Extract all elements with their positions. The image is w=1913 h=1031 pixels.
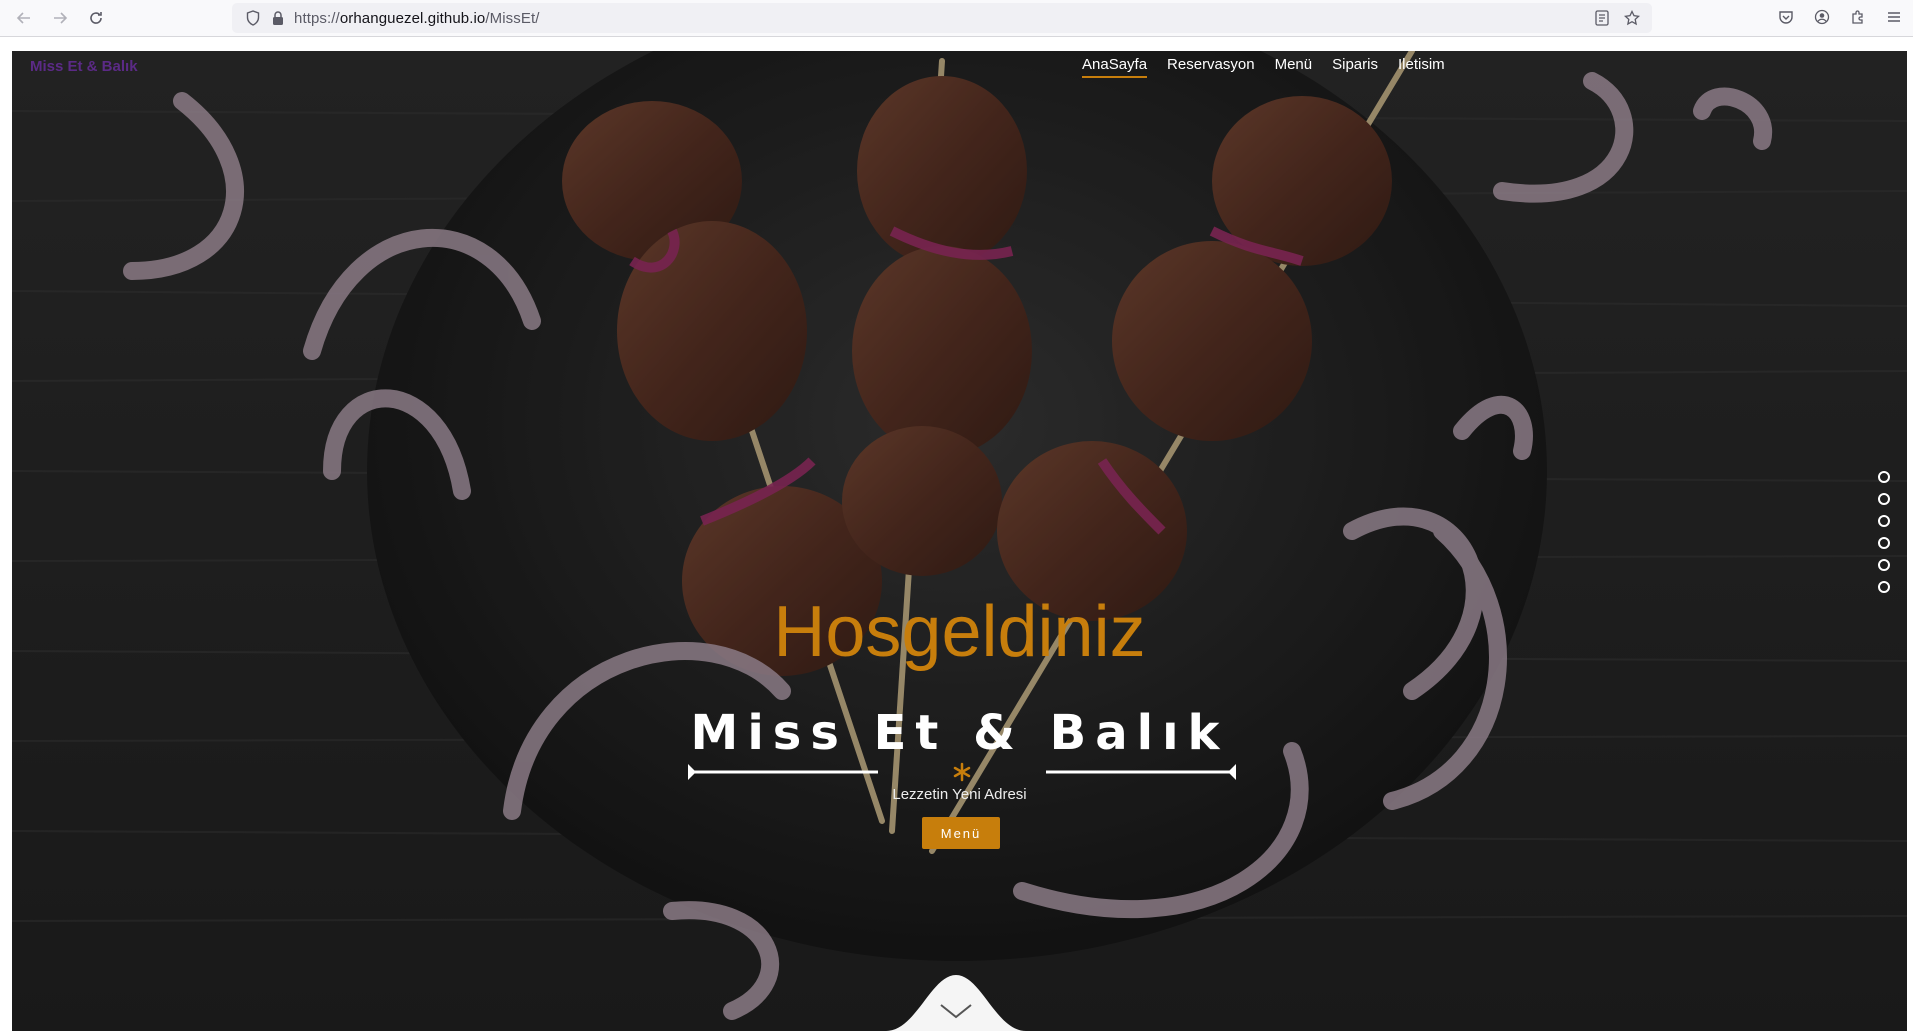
pocket-icon[interactable]: [1775, 6, 1797, 28]
ornament-divider: [688, 762, 1236, 782]
slide-dot[interactable]: [1878, 493, 1890, 505]
lock-icon[interactable]: [270, 9, 286, 27]
browser-toolbar: https://orhanguezel.github.io/MissEt/: [0, 0, 1913, 36]
nav-link-reservasyon[interactable]: Reservasyon: [1167, 56, 1255, 78]
nav-link-menu[interactable]: Menü: [1275, 56, 1313, 78]
slide-dots: [1878, 471, 1890, 593]
slide-dot[interactable]: [1878, 471, 1890, 483]
bookmark-star-icon[interactable]: [1622, 8, 1642, 28]
extensions-icon[interactable]: [1847, 6, 1869, 28]
hero-overlay: [12, 51, 1907, 1031]
nav-link-iletisim[interactable]: Iletisim: [1398, 56, 1445, 78]
forward-arrow-icon[interactable]: [46, 4, 74, 32]
hero-section: Miss Et & Balık AnaSayfa Reservasyon Men…: [12, 51, 1907, 1031]
slide-dot[interactable]: [1878, 559, 1890, 571]
menu-button[interactable]: Menü: [922, 817, 1000, 849]
tagline: Lezzetin Yeni Adresi: [892, 786, 1027, 803]
site-brand[interactable]: Miss Et & Balık: [30, 58, 138, 75]
nav-link-anasayfa[interactable]: AnaSayfa: [1082, 56, 1148, 78]
scroll-down-chevron-icon[interactable]: [886, 975, 1026, 1031]
account-icon[interactable]: [1811, 6, 1833, 28]
hamburger-menu-icon[interactable]: [1883, 6, 1905, 28]
asterisk-icon: [953, 762, 971, 782]
restaurant-title: Miss Et & Balık: [690, 705, 1229, 761]
welcome-heading: Hosgeldiniz: [773, 592, 1146, 672]
slide-dot[interactable]: [1878, 515, 1890, 527]
slide-dot[interactable]: [1878, 581, 1890, 593]
shield-icon[interactable]: [244, 9, 262, 27]
toolbar-divider: [0, 36, 1913, 37]
reload-icon[interactable]: [82, 4, 110, 32]
nav-link-siparis[interactable]: Siparis: [1332, 56, 1378, 78]
back-arrow-icon[interactable]: [10, 4, 38, 32]
reader-view-icon[interactable]: [1592, 8, 1612, 28]
url-text[interactable]: https://orhanguezel.github.io/MissEt/: [294, 10, 540, 27]
slide-dot[interactable]: [1878, 537, 1890, 549]
site-nav: AnaSayfa Reservasyon Menü Siparis Iletis…: [1082, 56, 1445, 78]
url-bar[interactable]: https://orhanguezel.github.io/MissEt/: [232, 3, 1652, 33]
